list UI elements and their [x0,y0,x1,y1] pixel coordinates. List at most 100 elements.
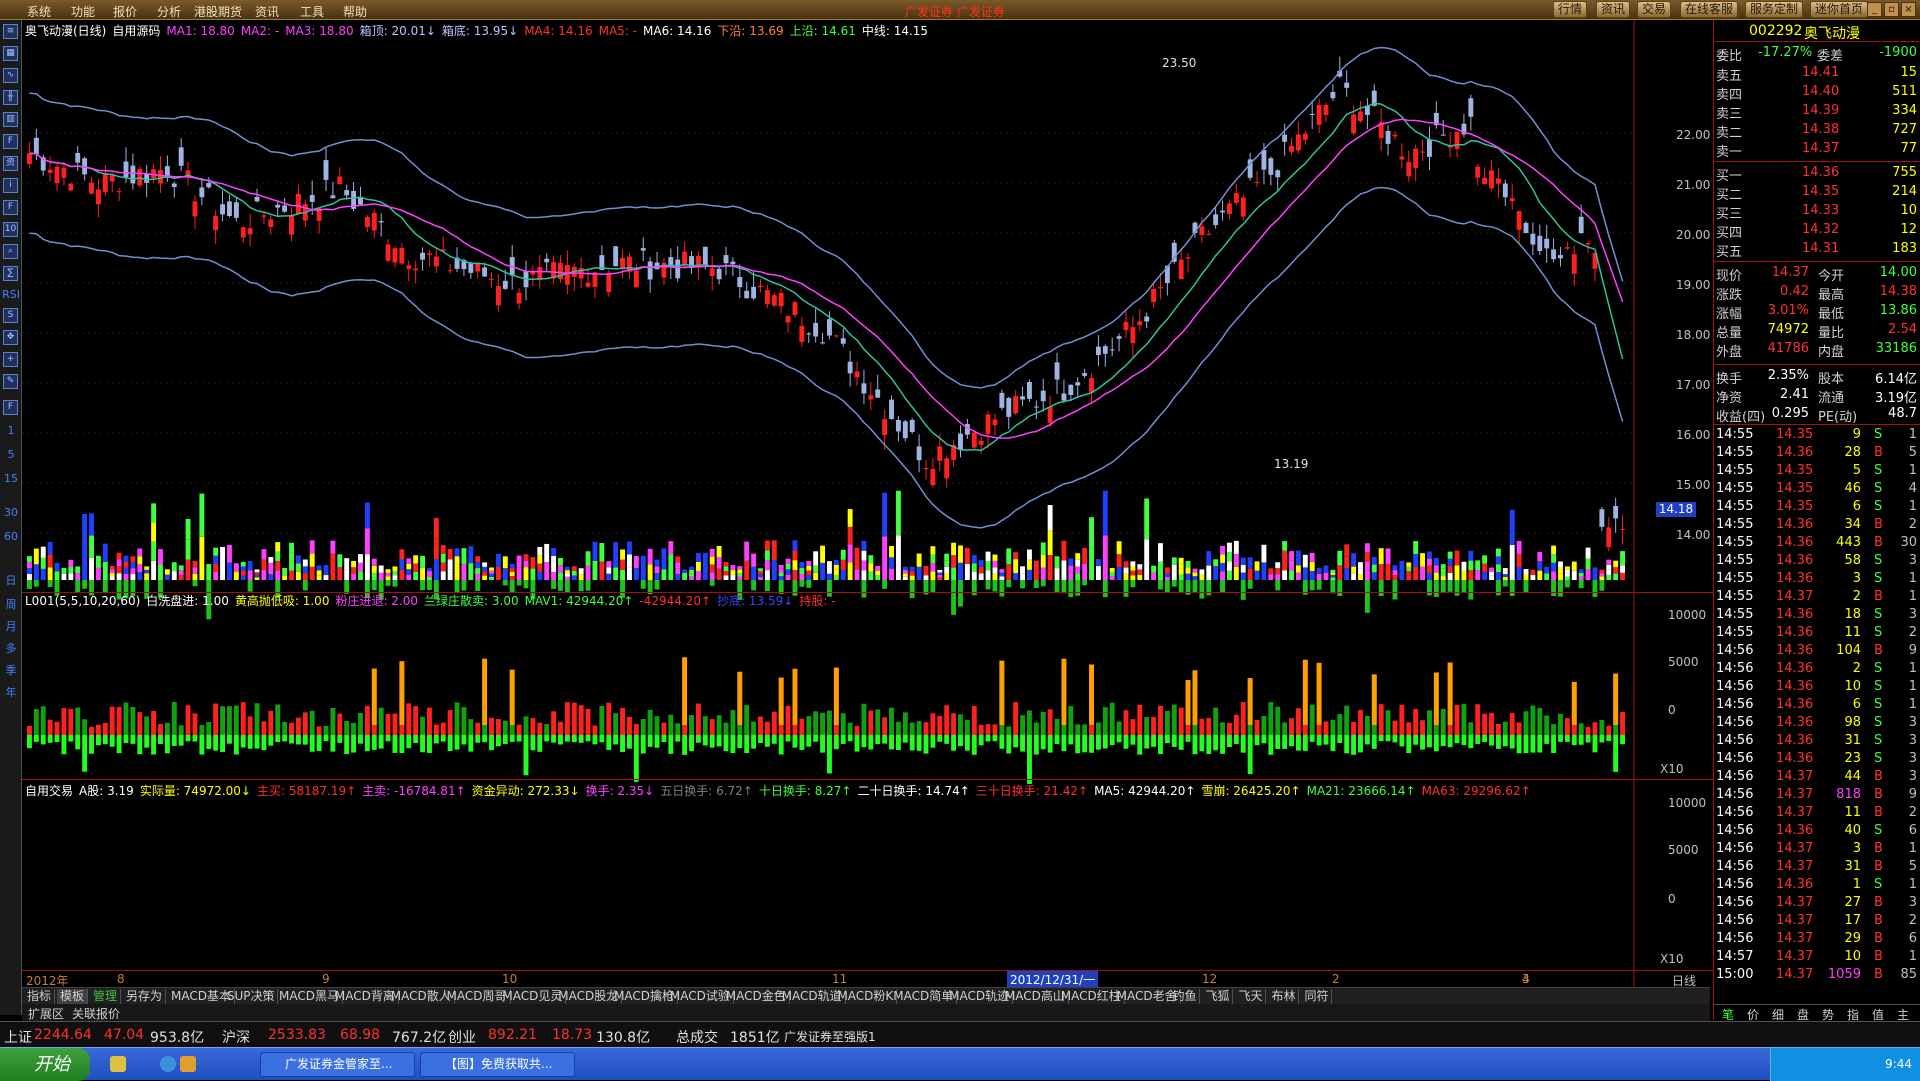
ask-row[interactable]: 卖三 14.39 334 [1714,103,1920,122]
f10-icon[interactable]: F [3,134,18,149]
period-year[interactable]: 年 [2,684,20,700]
period-multi[interactable]: 多 [2,640,20,656]
period-60min[interactable]: 60 [2,530,20,543]
btn-service-custom[interactable]: 服务定制 [1745,1,1804,18]
formula-tab-26[interactable]: 同符 [1301,989,1333,1004]
period-month[interactable]: 月 [2,618,20,634]
bid-row[interactable]: 买二 14.35 214 [1714,184,1920,203]
mid-bar [1558,573,1563,580]
news-icon[interactable]: 资 [3,156,18,171]
folder-icon[interactable] [180,1056,196,1072]
bid-row[interactable]: 买三 14.33 10 [1714,203,1920,222]
period-15min[interactable]: 15 [2,472,20,485]
formula-tab-24[interactable]: 飞天 [1235,989,1267,1004]
formula-tab-0[interactable]: 指标 [24,989,56,1004]
low-bar-negative [68,735,74,742]
mid-bar [1351,566,1357,574]
ext-tab-related[interactable]: 关联报价 [72,1005,120,1022]
mid-bar [109,573,115,577]
kline-chart[interactable]: 23.5013.19 [22,20,1658,995]
start-button[interactable]: 开始 [0,1048,90,1081]
chart-area[interactable]: 奥飞动漫(日线) 自用源码 MA1: 18.80 MA2: - MA3: 18.80 箱顶… [22,20,1658,995]
period-quarter[interactable]: 季 [2,662,20,678]
period-5min[interactable]: 5 [2,448,20,461]
signal-icon[interactable]: S [3,308,18,323]
task-gf-securities[interactable]: 广发证券金管家至... [260,1052,415,1077]
tick-row: 14:56 14.36 10 S 1 [1714,679,1920,697]
table-icon[interactable]: ▦ [3,46,18,61]
quicklaunch-icon[interactable] [110,1056,126,1072]
move-icon[interactable]: ✥ [3,330,18,345]
bar-chart-icon[interactable]: ▥ [3,112,18,127]
btn-market[interactable]: 行情 [1553,1,1588,18]
menu-news[interactable]: 资讯 [255,3,279,20]
btn-news[interactable]: 资讯 [1596,1,1631,18]
restore-icon[interactable]: ▫ [1884,2,1899,17]
formula-tab-5[interactable]: SUP决策 [224,989,279,1004]
mid-bar [620,559,625,570]
menu-tools[interactable]: 工具 [300,3,324,20]
mid-bar-negative [1440,580,1446,593]
formula-tab-23[interactable]: 飞狐 [1202,989,1234,1004]
low-bar [1033,722,1039,735]
fs-icon[interactable]: F [3,400,18,415]
candle-body [861,383,867,394]
mid-bar [1502,568,1508,572]
tick-row: 14:56 14.37 818 B 9 [1714,787,1920,805]
btn-mini-home[interactable]: 迷你首页 [1810,1,1869,18]
formula-tab-16[interactable]: MACD粉K [834,989,898,1004]
formula-tab-25[interactable]: 布林 [1268,989,1300,1004]
bid-row[interactable]: 买四 14.32 12 [1714,222,1920,241]
mid-bar [1440,564,1446,569]
line-chart-icon[interactable]: ∿ [3,68,18,83]
rsi-icon[interactable]: RSI [2,288,20,301]
formula-tab-1[interactable]: 模板 [57,989,89,1004]
minimize-icon[interactable]: _ [1867,2,1882,17]
btn-trade[interactable]: 交易 [1637,1,1672,18]
y-label-low: 0 [1668,892,1676,906]
period-day[interactable]: 日 [2,572,20,588]
stat-label: 最高 [1818,288,1845,303]
low-bar-negative [295,735,301,745]
candle-body [337,176,343,185]
formula-tab-22[interactable]: 钓鱼 [1169,989,1201,1004]
period-week[interactable]: 周 [2,596,20,612]
f10-detail-icon[interactable]: 10 [3,222,18,237]
menu-system[interactable]: 系统 [27,3,51,20]
quote-list-icon[interactable]: ≡ [3,24,18,39]
f2-icon[interactable]: F [3,200,18,215]
add-icon[interactable]: + [3,352,18,367]
menu-help[interactable]: 帮助 [343,3,367,20]
calc-icon[interactable]: ∑ [3,266,18,281]
period-1min[interactable]: 1 [2,424,20,437]
task-browser[interactable]: 【图】免费获取共... [420,1052,575,1077]
tick-direction: S [1874,571,1883,586]
ask-row[interactable]: 卖四 14.40 511 [1714,84,1920,103]
candle-body [833,335,839,337]
menu-hk-futures[interactable]: 港股期货 [194,3,242,20]
info-icon[interactable]: i [3,178,18,193]
ask-row[interactable]: 卖一 14.37 77 [1714,141,1920,160]
formula-tab-3[interactable]: 另存为 [123,989,167,1004]
menu-function[interactable]: 功能 [71,3,95,20]
ie-icon[interactable] [160,1056,176,1072]
formula-tab-2[interactable]: 管理 [90,989,122,1004]
tick-count: 3 [1908,751,1917,766]
tick-count: 3 [1908,895,1917,910]
bid-row[interactable]: 买五 14.31 183 [1714,241,1920,260]
bid-row[interactable]: 买一 14.36 755 [1714,165,1920,184]
candle-body [1109,349,1115,351]
kline-icon[interactable]: ╫ [3,90,18,105]
menu-analysis[interactable]: 分析 [157,3,181,20]
ext-tab-area[interactable]: 扩展区 [28,1005,64,1022]
search-icon[interactable]: ⌕ [3,244,18,259]
menu-quote[interactable]: 报价 [113,3,137,20]
mid-bar [675,568,681,575]
mid-bar [978,560,984,567]
period-30min[interactable]: 30 [2,506,20,519]
pen-icon[interactable]: ✎ [3,374,18,389]
ask-row[interactable]: 卖二 14.38 727 [1714,122,1920,141]
ask-row[interactable]: 卖五 14.41 15 [1714,65,1920,84]
close-icon[interactable]: × [1901,2,1916,17]
btn-online-service[interactable]: 在线客服 [1680,1,1739,18]
